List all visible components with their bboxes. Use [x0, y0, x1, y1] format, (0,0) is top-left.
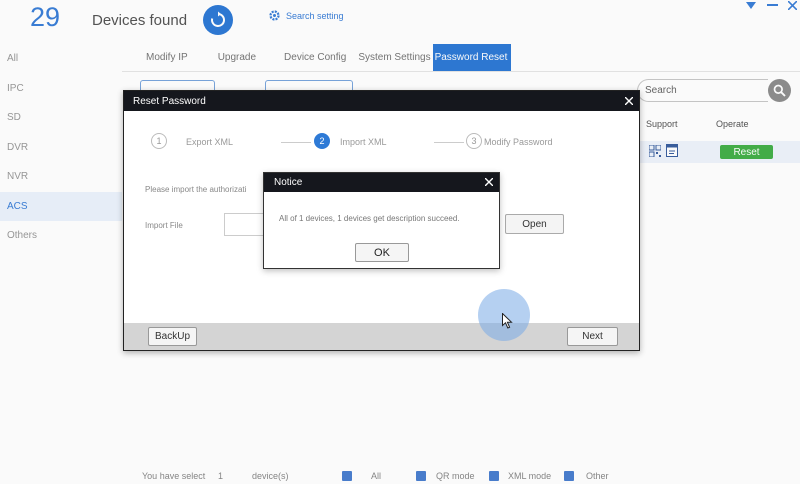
import-file-label: Import File — [145, 221, 183, 230]
step-1-circle: 1 — [151, 133, 167, 149]
step-3-label: Modify Password — [484, 137, 553, 147]
dialog-footer: BackUp Next — [124, 323, 639, 350]
next-button[interactable]: Next — [567, 327, 618, 346]
dialog-title-bar: Reset Password — [124, 91, 639, 111]
step-2-label: Import XML — [340, 137, 387, 147]
notice-message: All of 1 devices, 1 devices get descript… — [279, 214, 460, 223]
notice-title-bar: Notice — [264, 173, 499, 192]
step-connector — [281, 142, 311, 143]
ok-button[interactable]: OK — [355, 243, 409, 262]
step-connector — [434, 142, 464, 143]
mouse-cursor-icon — [502, 313, 513, 329]
close-icon — [624, 96, 634, 106]
dialog-title: Reset Password — [133, 95, 206, 107]
notice-close-button[interactable] — [484, 176, 494, 188]
backup-button[interactable]: BackUp — [148, 327, 197, 346]
open-file-button[interactable]: Open — [505, 214, 564, 234]
import-instruction: Please import the authorizati — [145, 185, 247, 194]
notice-dialog: Notice All of 1 devices, 1 devices get d… — [263, 172, 500, 269]
close-icon — [484, 177, 494, 187]
step-2-circle: 2 — [314, 133, 330, 149]
notice-title: Notice — [274, 177, 303, 188]
dialog-close-button[interactable] — [624, 94, 634, 107]
step-1-label: Export XML — [186, 137, 234, 147]
step-3-circle: 3 — [466, 133, 482, 149]
app-window: 29 Devices found Search setting All IPC … — [0, 0, 800, 484]
